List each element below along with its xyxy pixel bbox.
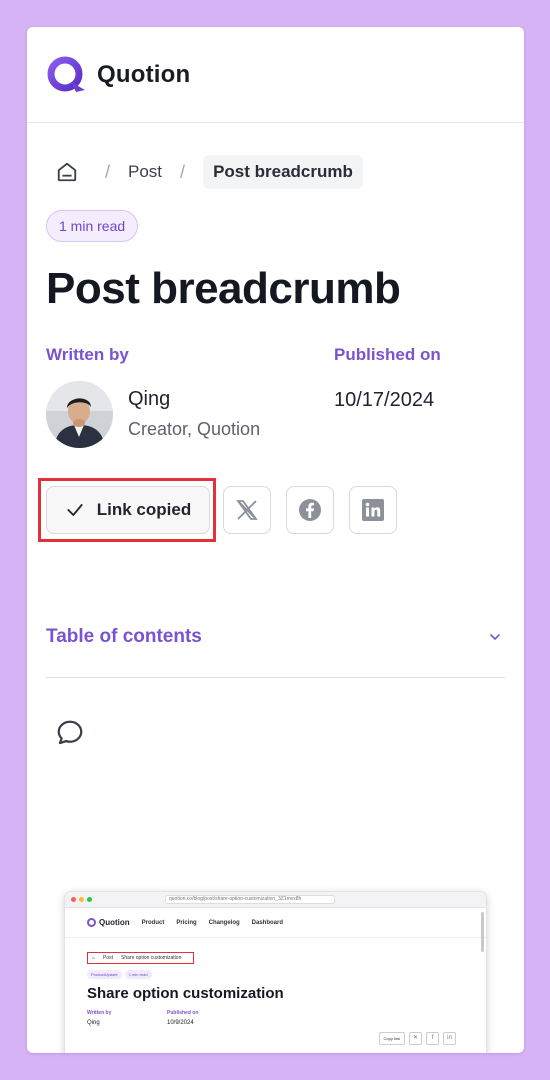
- browser-url: quotion.co/blog/post/share-option-custom…: [165, 895, 335, 904]
- embedded-meta: Written by Qing Published on 10/9/2024: [87, 1010, 486, 1026]
- read-time-badge: 1 min read: [46, 210, 139, 242]
- breadcrumb-separator: /: [105, 161, 111, 182]
- embedded-date-col: Published on 10/9/2024: [167, 1010, 198, 1026]
- embedded-brand: Quotion: [99, 918, 130, 927]
- embedded-title: Share option customization: [87, 985, 284, 1002]
- copy-link-label: Link copied: [96, 499, 192, 519]
- breadcrumb-post[interactable]: Post: [128, 162, 162, 182]
- share-x-button[interactable]: [223, 485, 271, 534]
- share-facebook-button[interactable]: [286, 485, 334, 534]
- embedded-bc-current: Share option customization: [121, 955, 182, 961]
- embedded-breadcrumb: ⌂ Post Share option customization: [87, 952, 195, 964]
- published-on-label: Published on: [334, 344, 441, 364]
- author-card: Qing Creator, Quotion: [46, 380, 334, 448]
- toc-label: Table of contents: [46, 625, 202, 647]
- author-section: Written by Qing Creator, Quotion: [46, 345, 334, 448]
- embedded-nav: Quotion Product Pricing Changelog Dashbo…: [65, 908, 486, 938]
- embedded-date: 10/9/2024: [167, 1020, 194, 1026]
- breadcrumb-current: Post breadcrumb: [203, 155, 363, 189]
- breadcrumb-separator: /: [180, 161, 186, 182]
- embedded-share: Copy link ✕ f in: [378, 1032, 460, 1045]
- embedded-nav-item: Dashboard: [251, 919, 284, 926]
- breadcrumb-home[interactable]: [47, 154, 87, 190]
- embedded-nav-item: Changelog: [208, 919, 240, 926]
- author-role: Creator, Quotion: [128, 419, 261, 440]
- page-title: Post breadcrumb: [46, 264, 401, 313]
- home-icon: [57, 162, 77, 182]
- embedded-published-on: Published on: [167, 1010, 199, 1016]
- embedded-body: ⌂ Post Share option customization Produc…: [65, 938, 486, 1026]
- check-icon: [65, 500, 85, 520]
- linkedin-icon: in: [443, 1032, 456, 1045]
- chevron-down-icon[interactable]: [487, 629, 503, 645]
- embedded-badge: 1 min read: [124, 970, 152, 979]
- linkedin-icon: [362, 498, 384, 521]
- share-linkedin-button[interactable]: [349, 485, 397, 534]
- page-card: Quotion / Post / Post breadcrumb 1 min r…: [27, 27, 524, 1053]
- browser-bar: quotion.co/blog/post/share-option-custom…: [65, 892, 486, 908]
- table-of-contents[interactable]: Table of contents: [46, 624, 505, 678]
- window-dot: [79, 897, 84, 902]
- embedded-written-by: Written by: [87, 1010, 112, 1016]
- site-header: Quotion: [27, 27, 524, 123]
- copy-link-button[interactable]: Link copied: [46, 485, 210, 534]
- home-icon: ⌂: [92, 955, 96, 961]
- embedded-badge: ProductUpdate: [87, 970, 122, 979]
- facebook-icon: [299, 498, 321, 521]
- author-info: Qing Creator, Quotion: [128, 388, 260, 440]
- facebook-icon: f: [426, 1032, 439, 1045]
- brand-logo[interactable]: Quotion: [45, 54, 190, 96]
- avatar: [46, 380, 113, 448]
- written-by-label: Written by: [46, 344, 129, 364]
- published-date: 10/17/2024: [334, 388, 435, 411]
- embedded-author-col: Written by Qing: [87, 1010, 167, 1026]
- quotion-logo-icon: [47, 56, 85, 92]
- embedded-copy-link: Copy link: [378, 1032, 405, 1045]
- breadcrumb: / Post / Post breadcrumb: [46, 154, 505, 190]
- embedded-badges: ProductUpdate 1 min read: [87, 970, 486, 979]
- brand-name: Quotion: [97, 60, 191, 88]
- x-icon: [236, 499, 258, 520]
- quotion-logo-icon: [87, 918, 96, 927]
- embedded-nav-item: Pricing: [176, 919, 197, 926]
- x-icon: ✕: [409, 1032, 422, 1045]
- post-meta: Written by Qing Creator, Quotion Publish…: [46, 345, 505, 448]
- comment-icon[interactable]: [55, 718, 85, 748]
- article-content: / Post / Post breadcrumb 1 min read Post…: [27, 154, 524, 753]
- window-dot: [71, 897, 76, 902]
- author-name: Qing: [128, 388, 171, 411]
- embedded-nav-item: Product: [141, 919, 165, 926]
- embedded-author: Qing: [87, 1020, 100, 1026]
- embedded-bc-post: Post: [103, 955, 114, 961]
- published-section: Published on 10/17/2024: [334, 345, 441, 448]
- embedded-screenshot: quotion.co/blog/post/share-option-custom…: [64, 891, 487, 1053]
- share-bar: Link copied: [38, 477, 505, 542]
- window-dot: [87, 897, 92, 902]
- embedded-scrollbar: [481, 912, 484, 952]
